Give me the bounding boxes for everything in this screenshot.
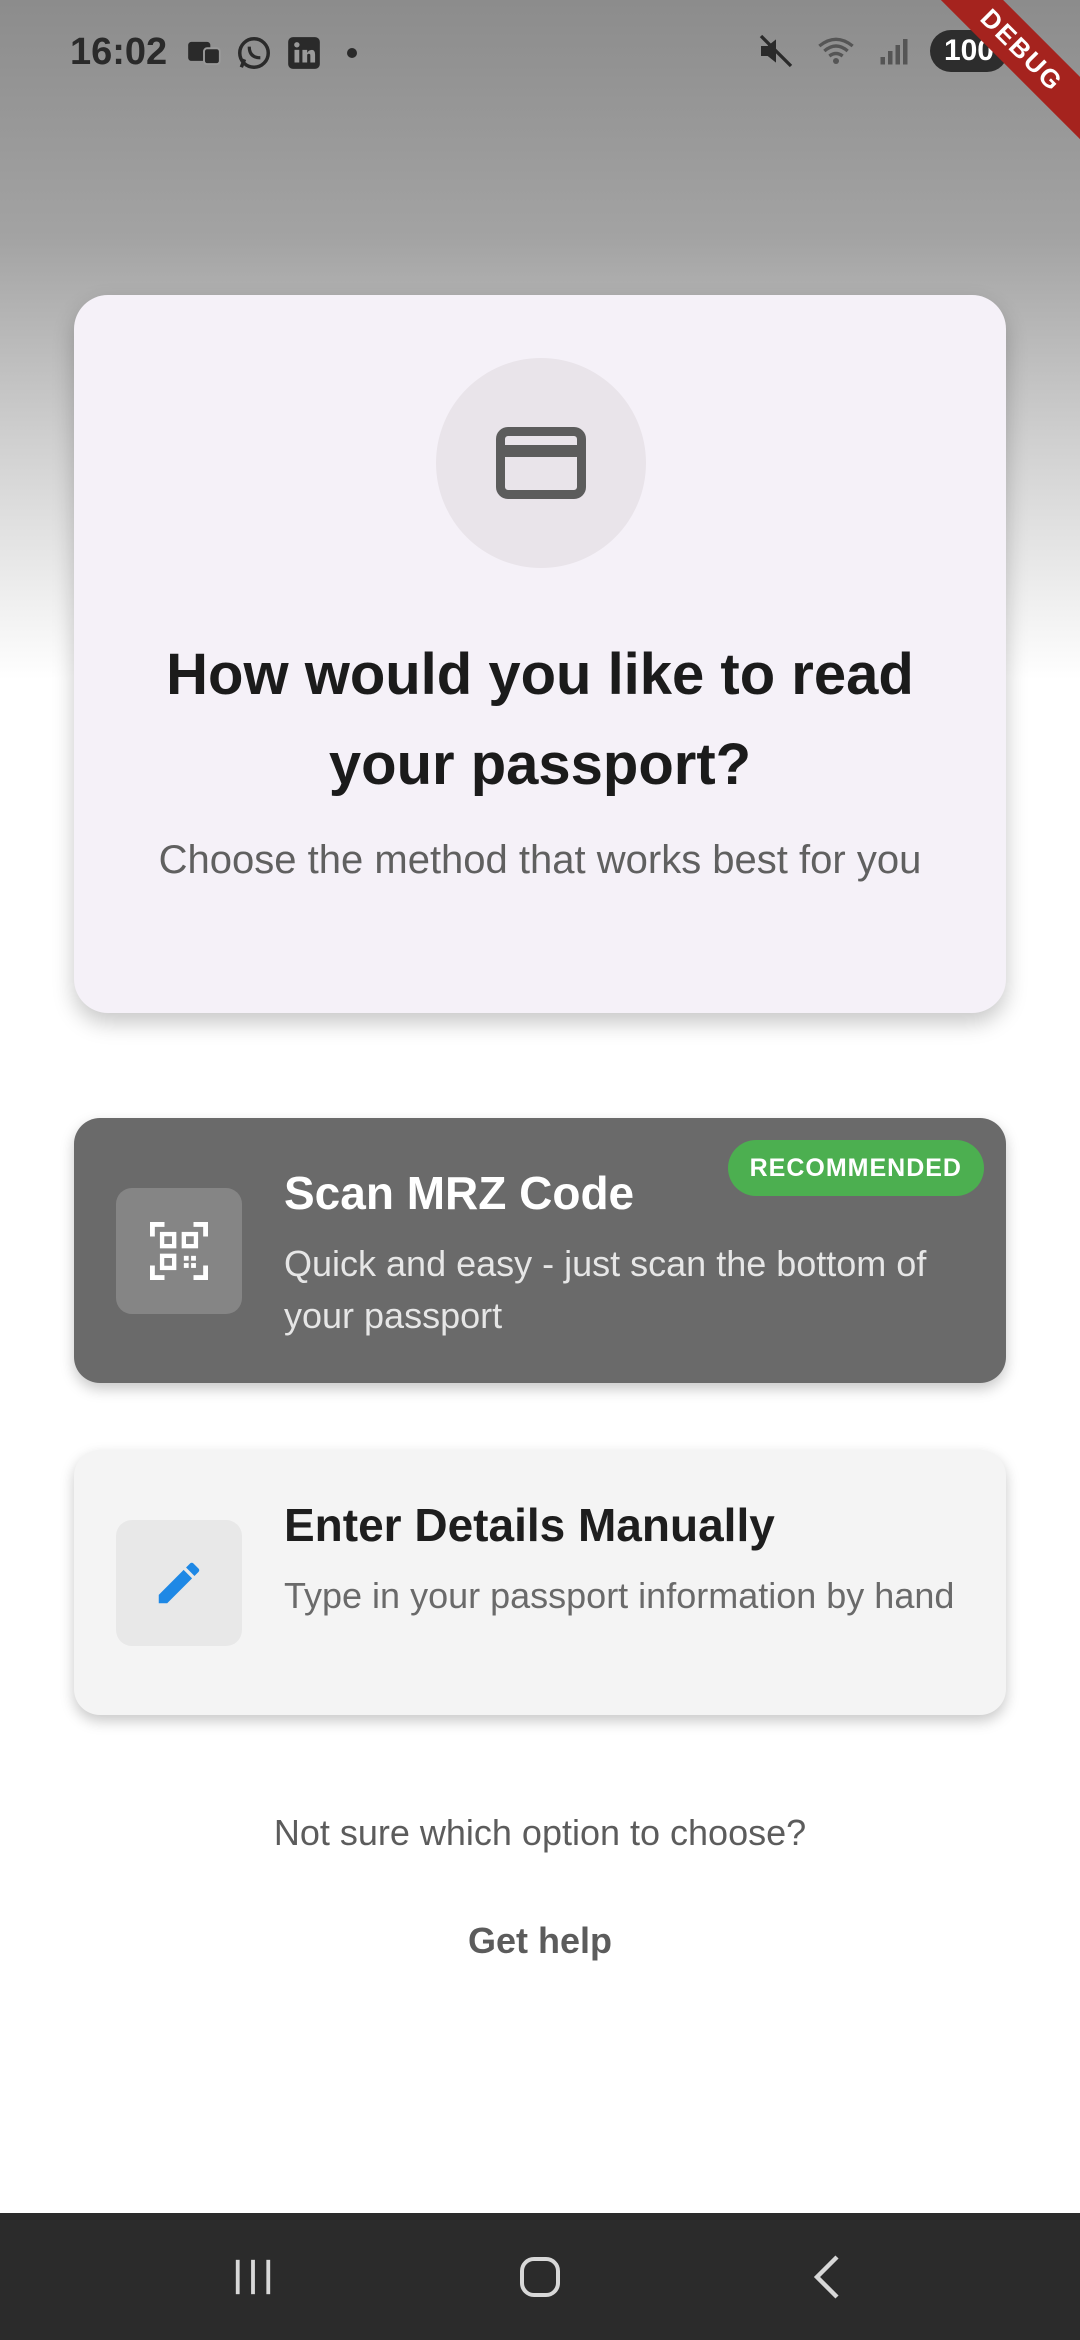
- recommended-badge: RECOMMENDED: [727, 1140, 984, 1196]
- pencil-icon: [158, 1562, 200, 1604]
- recent-apps-icon: [236, 2259, 271, 2294]
- page-title: How would you like to read your passport…: [166, 642, 914, 797]
- whatsapp-icon: [238, 36, 271, 69]
- back-button[interactable]: [777, 2227, 877, 2327]
- signal-icon: [880, 39, 908, 65]
- manual-entry-description: Type in your passport information by han…: [284, 1575, 955, 1616]
- manual-icon-box: [116, 1520, 242, 1646]
- manual-entry-option[interactable]: Enter Details Manually Type in your pass…: [74, 1450, 1006, 1715]
- scan-mrz-description: Quick and easy - just scan the bottom of…: [284, 1243, 927, 1336]
- status-left-icons: [185, 34, 358, 72]
- wifi-icon: [818, 37, 854, 64]
- credit-card-icon: [496, 427, 586, 499]
- manual-entry-title: Enter Details Manually: [284, 1499, 775, 1551]
- more-notifications-dot: [347, 47, 358, 58]
- help-question: Not sure which option to choose?: [273, 1812, 807, 1853]
- recent-apps-button[interactable]: [203, 2227, 303, 2327]
- home-button[interactable]: [490, 2227, 590, 2327]
- system-nav-bar: [0, 2213, 1080, 2340]
- qr-code-scanner-icon: [150, 1222, 208, 1280]
- linkedin-icon: [288, 36, 321, 69]
- status-time: 16:02: [70, 31, 168, 73]
- mute-icon: [759, 34, 793, 68]
- status-bar: 16:02 100: [0, 0, 1080, 105]
- get-help-button[interactable]: Get help: [440, 1920, 640, 1962]
- status-right-icons: 100: [756, 30, 1008, 72]
- scan-icon-box: [116, 1188, 242, 1314]
- header-icon-circle: [436, 358, 646, 568]
- header-card: How would you like to read your passport…: [74, 295, 1006, 1013]
- home-icon: [519, 2256, 560, 2297]
- scan-mrz-title: Scan MRZ Code: [284, 1167, 635, 1219]
- page-subtitle: Choose the method that works best for yo…: [158, 838, 922, 882]
- back-icon: [813, 2254, 839, 2299]
- scan-mrz-option[interactable]: Scan MRZ Code Quick and easy - just scan…: [74, 1118, 1006, 1383]
- notification-icon: [188, 41, 221, 65]
